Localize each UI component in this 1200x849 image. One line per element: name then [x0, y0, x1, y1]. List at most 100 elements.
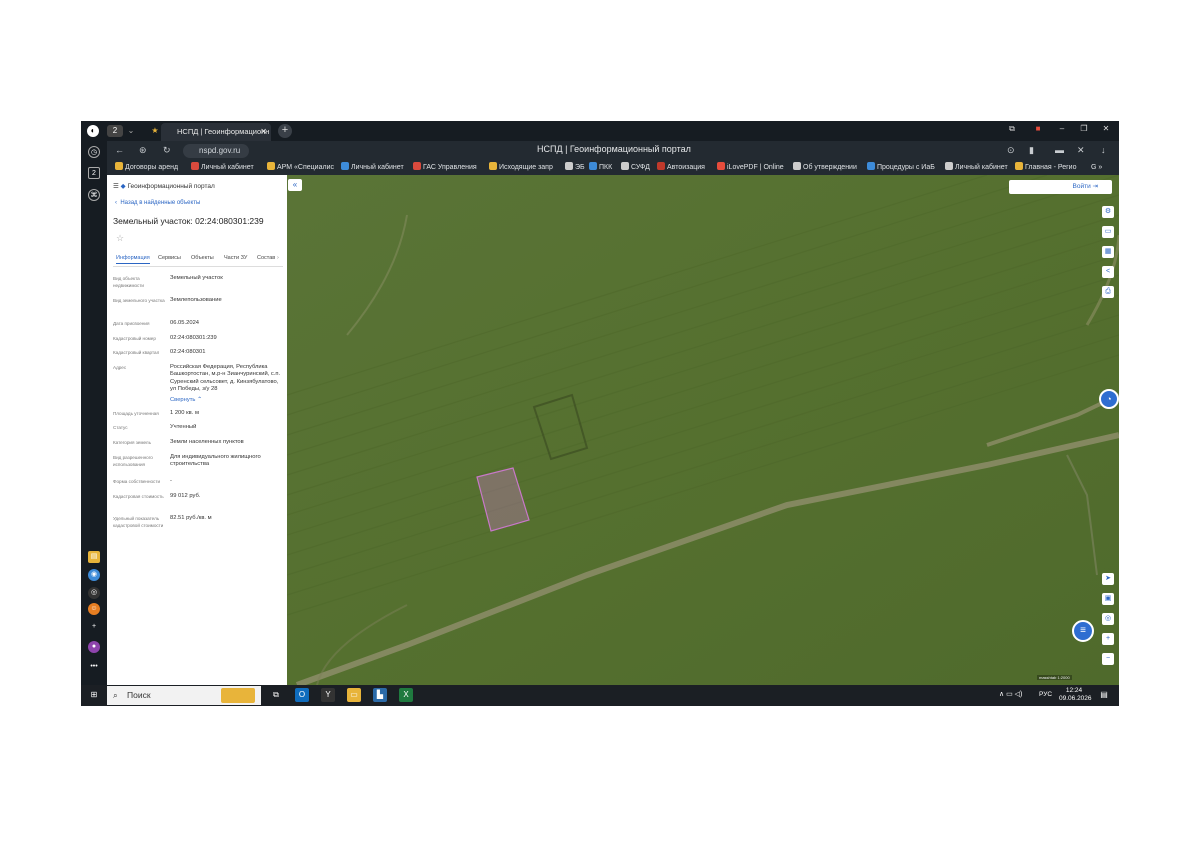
bookmark-item[interactable]: Исходящие запр — [489, 162, 553, 174]
tab-parts[interactable]: Части ЗУ — [224, 255, 247, 261]
tab-info[interactable]: Информация — [116, 255, 150, 264]
file-explorer-icon[interactable]: ▭ — [347, 688, 361, 702]
row-value: 02:24:080301 — [170, 349, 206, 355]
alice-icon[interactable]: ● — [88, 641, 100, 653]
notifications-icon[interactable]: ■ — [1031, 124, 1045, 133]
tab-services[interactable]: Сервисы — [158, 255, 181, 261]
protect-icon[interactable]: ⊛ — [139, 145, 147, 156]
add-icon[interactable]: + — [88, 621, 100, 633]
globe-icon — [867, 162, 875, 170]
menu-icon[interactable]: ☰ — [113, 183, 119, 190]
row-label: Вид разрешенного использования — [113, 455, 153, 467]
assistant-badge-icon[interactable]: ◔ — [1099, 389, 1119, 409]
bookmark-item[interactable]: Личный кабинет — [191, 162, 254, 174]
tabs-scroll-icon[interactable]: › — [277, 255, 279, 261]
bookmark-item[interactable]: Об утверждении — [793, 162, 857, 174]
bookmark-item[interactable]: Автоизация — [657, 162, 705, 174]
screenshot-icon[interactable]: ⌘ — [88, 189, 100, 201]
compass-icon[interactable]: ◎ — [1102, 613, 1114, 625]
chat-button[interactable]: ≡ — [1072, 620, 1094, 642]
download-icon[interactable]: ↓ — [1101, 145, 1106, 155]
bookmark-item[interactable]: Процедуры с ИаБ — [867, 162, 935, 174]
reload-icon[interactable]: ↻ — [163, 145, 171, 156]
shield-icon[interactable]: ▬ — [1055, 145, 1064, 155]
bookmark-item[interactable]: Личный кабинет — [341, 162, 404, 174]
disk-icon[interactable]: ◉ — [88, 569, 100, 581]
chevron-down-icon[interactable]: ⌄ — [125, 125, 137, 137]
map-scale: masshtab 1:2000 — [1037, 675, 1072, 680]
collapse-link[interactable]: Свернуть ⌃ — [170, 397, 282, 404]
task-view-icon[interactable]: ⧉ — [269, 688, 283, 702]
zoom-out-icon[interactable]: − — [1102, 653, 1114, 665]
map-imagery — [287, 175, 1119, 685]
favorite-star-icon[interactable]: ☆ — [116, 233, 124, 244]
bookmark-item[interactable]: Личный кабинет — [945, 162, 1008, 174]
more-icon[interactable]: ••• — [88, 661, 100, 673]
address-value: Российская Федерация, Республика Башкорт… — [170, 364, 281, 393]
gmail-icon — [191, 162, 199, 170]
google-icon[interactable]: G » — [1091, 162, 1102, 174]
system-tray-icons[interactable]: ∧ ▭ ◁) — [999, 690, 1022, 698]
bookmark-icon — [657, 162, 665, 170]
bookmark-icon — [945, 162, 953, 170]
new-tab-button[interactable]: + — [278, 124, 292, 138]
tab-counter[interactable]: 2 — [107, 125, 123, 137]
bookmark-item[interactable]: СУФД — [621, 162, 650, 174]
collapse-panel-button[interactable]: « — [288, 179, 302, 191]
locate-icon[interactable]: ➤ — [1102, 573, 1114, 585]
yandex-browser-taskbar-icon[interactable]: Y — [321, 688, 335, 702]
login-button[interactable]: Войти ⇥ — [1009, 180, 1112, 194]
row-label: Категория земель — [113, 440, 151, 445]
url-field[interactable]: nspd.gov.ru — [183, 144, 249, 158]
app-icon[interactable]: ▙ — [373, 688, 387, 702]
language-indicator[interactable]: РУС — [1039, 691, 1052, 698]
satellite-map[interactable]: « Войти ⇥ ⚙ ▭ ▦ < ⎙ ◔ ➤ ▣ ◎ + − ≡ massht… — [287, 175, 1119, 685]
notification-center-icon[interactable]: ▤ — [1097, 688, 1111, 702]
bookmark-item[interactable]: АРМ «Специалис — [267, 162, 334, 174]
pinned-tab-icon[interactable]: ★ — [149, 125, 161, 137]
bookmarks-panel-icon[interactable]: ⧉ — [1005, 124, 1019, 134]
ruler-icon[interactable]: ▭ — [1102, 226, 1114, 238]
tabs-icon[interactable]: 2 — [88, 167, 100, 179]
extensions-icon[interactable]: ✕ — [1077, 145, 1085, 156]
restore-icon[interactable]: ❐ — [1077, 124, 1091, 133]
row-label: Удельный показатель кадастровой стоимост… — [113, 516, 164, 528]
bookmark-item[interactable]: iLovePDF | Online — [717, 162, 784, 174]
windows-start-icon[interactable]: ⊞ — [87, 688, 101, 702]
yandex-browser-icon[interactable]: ◐ — [87, 125, 99, 137]
folder-icon — [489, 162, 497, 170]
zoom-in-icon[interactable]: + — [1102, 633, 1114, 645]
bookmark-item[interactable]: Главная - Регио — [1015, 162, 1076, 174]
row-value: Учтенный — [170, 424, 197, 430]
close-icon[interactable]: ✕ — [260, 123, 267, 141]
bookmark-item[interactable]: ГАС Управления — [413, 162, 477, 174]
outlook-icon[interactable]: O — [295, 688, 309, 702]
translate-icon[interactable]: ⊙ — [1007, 145, 1015, 156]
back-icon[interactable]: ← — [115, 145, 124, 155]
bookmark-icon[interactable]: ▮ — [1029, 145, 1034, 156]
bookmark-icon — [115, 162, 123, 170]
bookmark-item[interactable]: ПКК — [589, 162, 612, 174]
tab-nspd[interactable]: НСПД | Геоинформационн ✕ — [161, 123, 271, 141]
tab-objects[interactable]: Объекты — [191, 255, 214, 261]
layers-icon[interactable]: ▦ — [1102, 246, 1114, 258]
close-window-icon[interactable]: ✕ — [1099, 124, 1113, 133]
app-shortcut-icon[interactable]: ▤ — [88, 551, 100, 563]
excel-icon[interactable]: X — [399, 688, 413, 702]
games-icon[interactable]: ☺ — [88, 603, 100, 615]
settings-icon[interactable]: ⚙ — [1102, 206, 1114, 218]
minimize-icon[interactable]: – — [1055, 124, 1069, 133]
bookmark-icon — [341, 162, 349, 170]
bookmark-item[interactable]: Договоры аренд — [115, 162, 178, 174]
taskbar-search[interactable]: ⌕ Поиск — [107, 686, 261, 705]
basemap-icon[interactable]: ▣ — [1102, 593, 1114, 605]
back-to-results-link[interactable]: ‹ Назад в найденные объекты — [115, 200, 200, 206]
print-icon[interactable]: ⎙ — [1102, 286, 1114, 298]
music-icon[interactable]: ◎ — [88, 587, 100, 599]
share-icon[interactable]: < — [1102, 266, 1114, 278]
bookmark-item[interactable]: ЭБ — [565, 162, 585, 174]
bookmark-icon — [413, 162, 421, 170]
taskbar-clock[interactable]: 12:24 09.06.2026 — [1059, 687, 1092, 703]
tab-composition[interactable]: Состав — [257, 255, 275, 261]
clock-icon[interactable]: ◷ — [88, 146, 100, 158]
